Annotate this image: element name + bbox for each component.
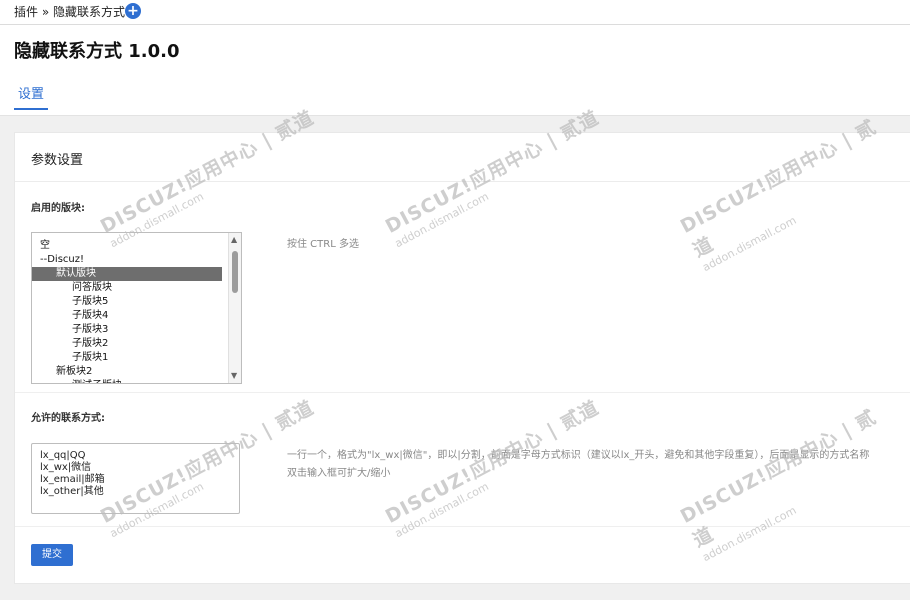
boards-hint: 按住 CTRL 多选 <box>287 239 359 250</box>
boards-label: 启用的版块: <box>31 203 85 214</box>
board-option[interactable]: 子版块5 <box>32 295 222 309</box>
boards-multiselect[interactable]: 空 --Discuz! 默认版块 问答版块 子版块5 子版块4 子版块3 子版块2 子版块1 新板… <box>31 232 242 384</box>
contacts-label: 允许的联系方式: <box>31 413 105 424</box>
add-icon[interactable]: + <box>125 3 141 19</box>
panel-title: 参数设置 <box>31 153 84 168</box>
contacts-hint-line2: 双击输入框可扩大/缩小 <box>287 468 391 479</box>
page-title: 隐藏联系方式 1.0.0 <box>14 41 180 62</box>
scroll-thumb[interactable] <box>232 251 238 293</box>
board-option[interactable]: 子版块1 <box>32 351 222 365</box>
listbox-scrollbar[interactable]: ▲ ▼ <box>228 233 241 383</box>
board-option[interactable]: 子版块2 <box>32 337 222 351</box>
board-option[interactable]: 默认版块 <box>32 267 222 281</box>
scroll-up-icon[interactable]: ▲ <box>231 236 239 244</box>
section-divider <box>15 392 910 393</box>
board-option[interactable]: 子版块3 <box>32 323 222 337</box>
board-option[interactable]: 子版块4 <box>32 309 222 323</box>
board-option[interactable]: 新板块2 <box>32 365 222 379</box>
page-header: 隐藏联系方式 1.0.0 设置 <box>0 25 910 116</box>
submit-button[interactable]: 提交 <box>31 544 73 566</box>
board-option[interactable]: --Discuz! <box>32 253 222 267</box>
breadcrumb[interactable]: 插件 » 隐藏联系方式 <box>14 0 125 24</box>
top-bar: 插件 » 隐藏联系方式 + <box>0 0 910 25</box>
board-option[interactable]: 测试子版块 <box>32 379 222 383</box>
board-option[interactable]: 问答版块 <box>32 281 222 295</box>
tab-settings[interactable]: 设置 <box>14 83 49 110</box>
scroll-down-icon[interactable]: ▼ <box>231 372 239 380</box>
